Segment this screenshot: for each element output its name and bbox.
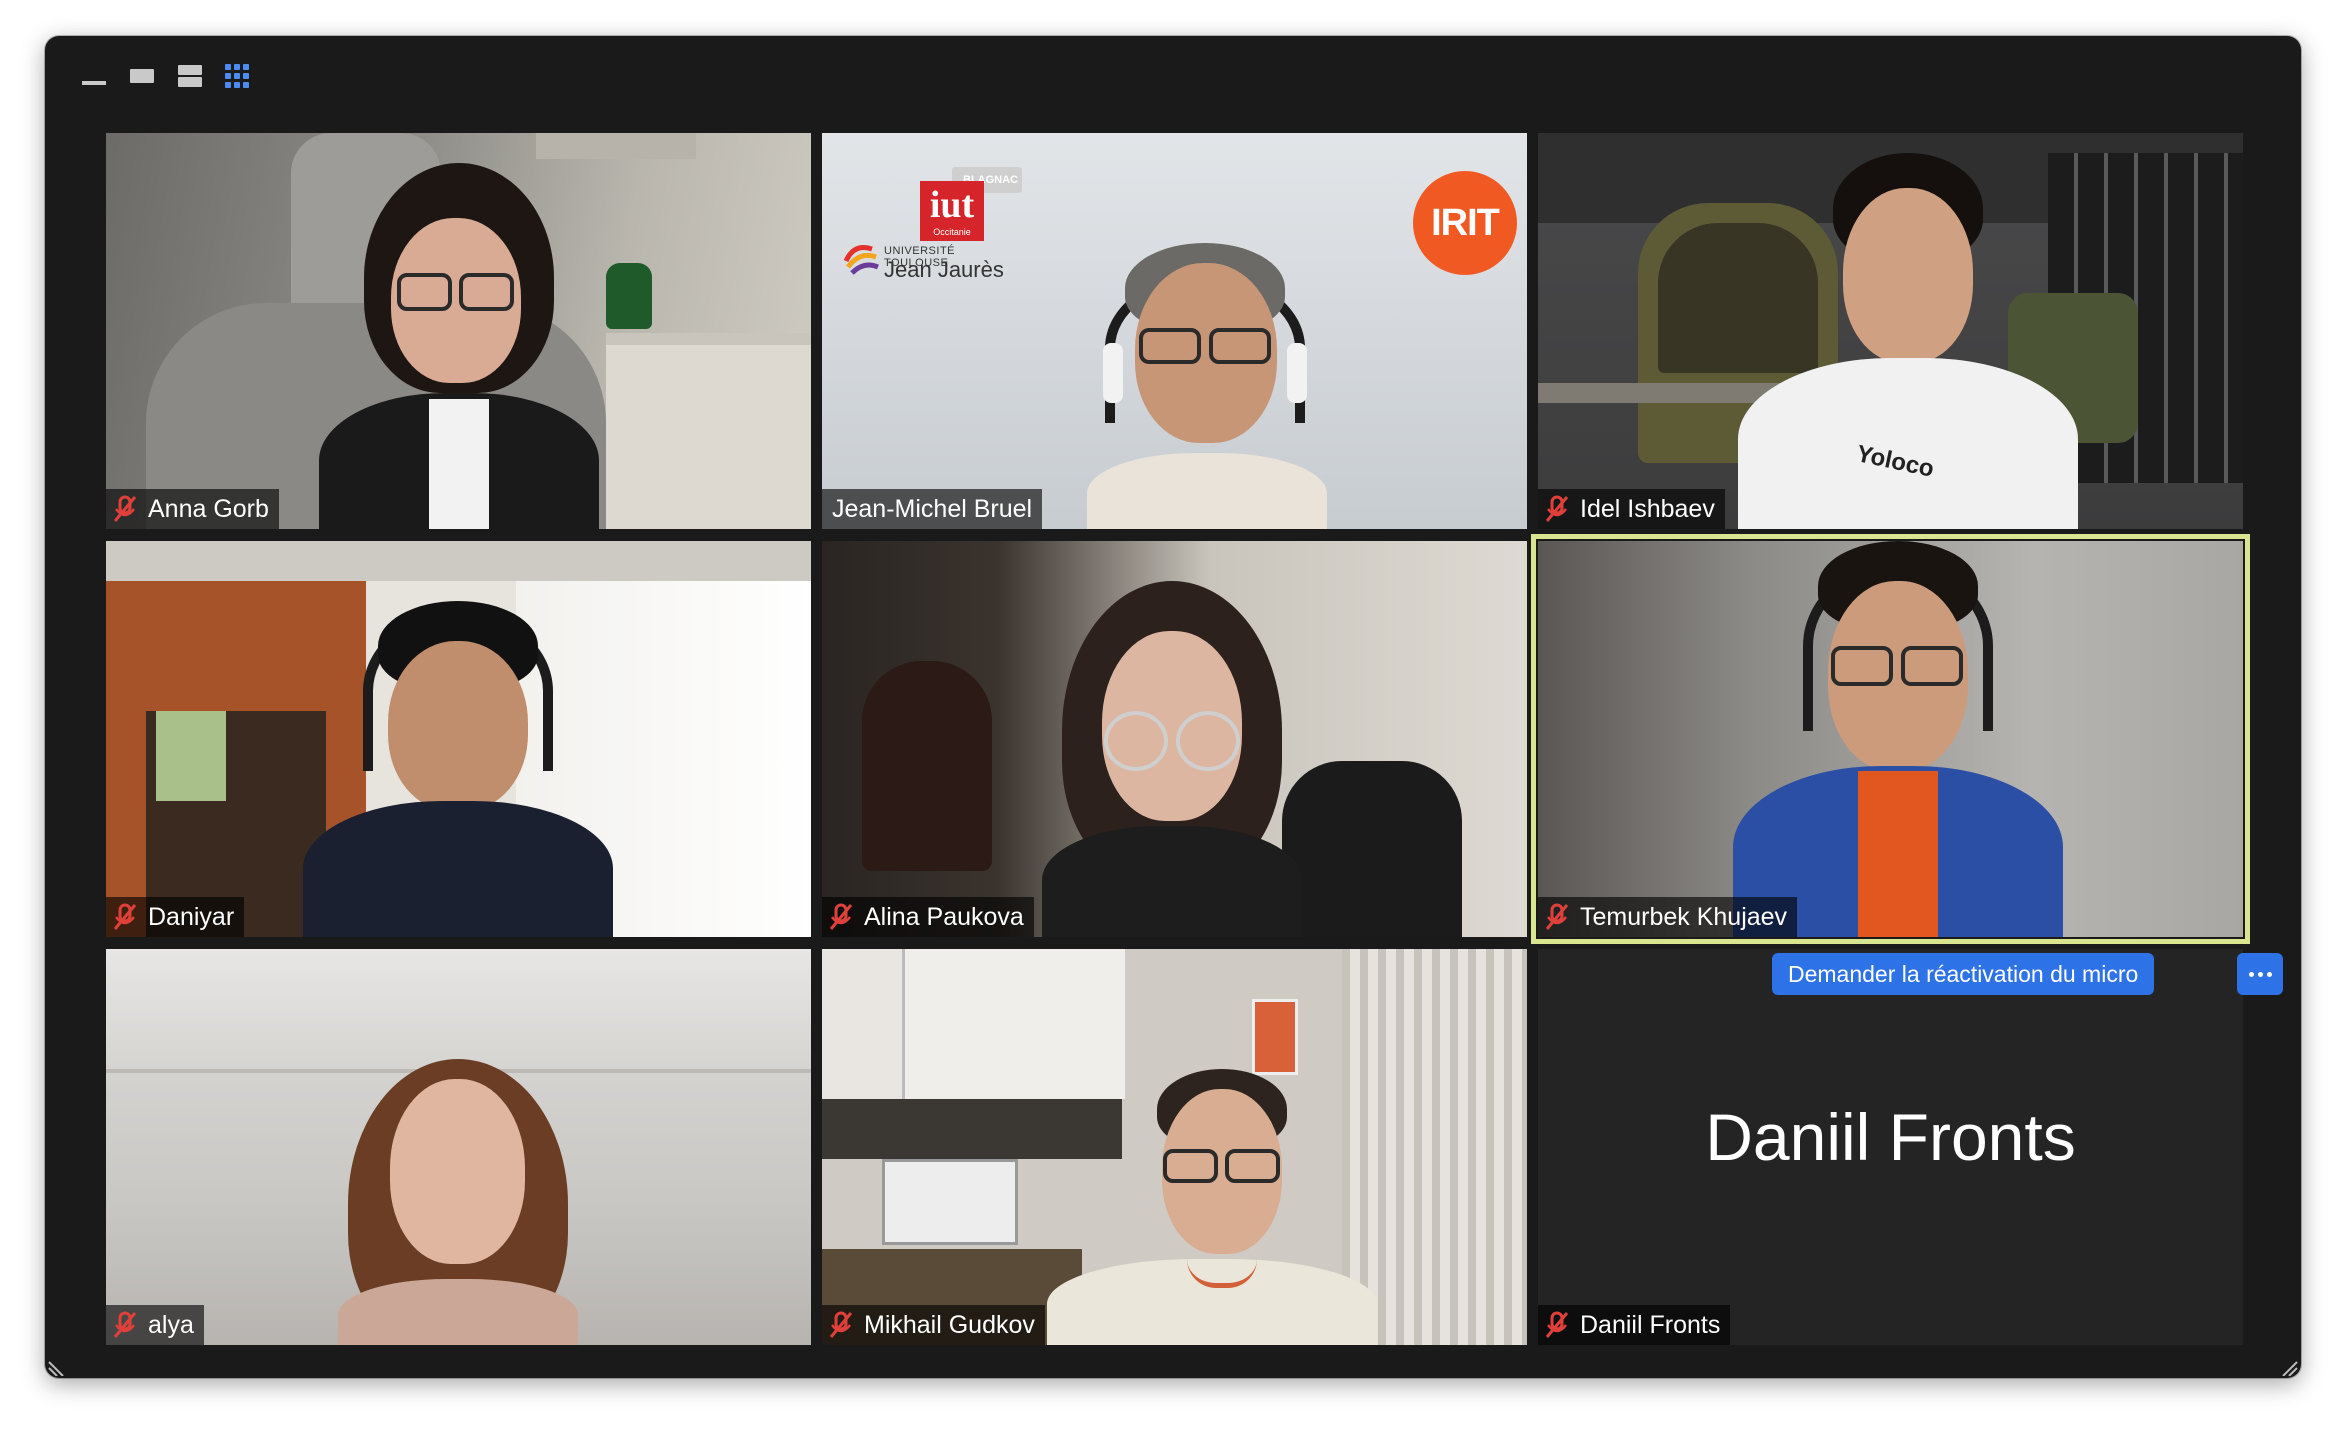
muted-mic-icon	[113, 903, 137, 930]
participant-name-tag: Idel Ishbaev	[1538, 489, 1725, 529]
ask-to-unmute-button[interactable]: Demander la réactivation du micro	[1772, 953, 2155, 995]
participant-name-tag: Daniil Fronts	[1538, 1305, 1731, 1345]
participant-name-tag: Daniyar	[106, 897, 245, 937]
irit-logo: IRIT	[1413, 171, 1517, 275]
muted-mic-icon	[829, 903, 853, 930]
video-feed	[106, 541, 811, 937]
iut-sub: Occitanie	[933, 227, 971, 237]
video-feed: Yoloco	[1538, 133, 2243, 529]
participant-name-tag: Mikhail Gudkov	[822, 1305, 1045, 1345]
participant-tile[interactable]: BLAGNAC iut Occitanie UNIVERSITÉ TOULOUS…	[822, 133, 1527, 529]
participant-display-name: Daniil Fronts	[1705, 1100, 2076, 1174]
video-feed	[106, 949, 811, 1345]
view-toggle-bar	[81, 56, 249, 96]
participant-name: Idel Ishbaev	[1580, 494, 1715, 523]
participant-name-tag: Alina Paukova	[822, 897, 1034, 937]
minimize-view-icon[interactable]	[81, 63, 107, 89]
video-feed: BLAGNAC iut Occitanie UNIVERSITÉ TOULOUS…	[822, 133, 1527, 529]
participant-name: Anna Gorb	[148, 494, 269, 523]
participant-name: alya	[148, 1310, 194, 1339]
participant-name-tag: Anna Gorb	[106, 489, 279, 529]
muted-mic-icon	[1545, 1311, 1569, 1338]
stacked-view-icon[interactable]	[177, 63, 203, 89]
participant-name: Mikhail Gudkov	[864, 1310, 1035, 1339]
video-feed	[1538, 541, 2243, 937]
participant-tile[interactable]: Anna Gorb	[106, 133, 811, 529]
university-line2: Jean Jaurès	[884, 257, 1004, 282]
participant-name-tag: Jean-Michel Bruel	[822, 489, 1043, 529]
more-options-button[interactable]	[2237, 953, 2283, 995]
participant-tile-active-speaker[interactable]: Temurbek Khujaev	[1531, 534, 2250, 944]
participant-tile[interactable]: Mikhail Gudkov	[822, 949, 1527, 1345]
participant-tile[interactable]: Alina Paukova	[822, 541, 1527, 937]
iut-text: iut	[929, 184, 975, 226]
muted-mic-icon	[113, 495, 137, 522]
university-swirl-icon	[843, 245, 879, 275]
zoom-window: Anna Gorb BLAGNAC iut Occitanie UNIVERSI…	[45, 36, 2301, 1378]
participant-name: Temurbek Khujaev	[1580, 902, 1788, 931]
irit-text: IRIT	[1431, 201, 1500, 244]
resize-handle-right-icon[interactable]	[2279, 1356, 2299, 1376]
participant-name: Alina Paukova	[864, 902, 1024, 931]
more-icon	[2248, 971, 2254, 977]
participant-tile[interactable]: alya	[106, 949, 811, 1345]
video-feed	[822, 541, 1527, 937]
participant-name: Jean-Michel Bruel	[832, 494, 1033, 523]
video-feed	[822, 949, 1527, 1345]
participant-tile[interactable]: Yoloco Idel Ishbaev	[1538, 133, 2243, 529]
participant-tile[interactable]: Daniyar	[106, 541, 811, 937]
grid-view-icon[interactable]	[225, 64, 249, 88]
participant-name-tag: alya	[106, 1305, 204, 1345]
single-view-icon[interactable]	[129, 63, 155, 89]
muted-mic-icon	[113, 1311, 137, 1338]
participant-name: Daniil Fronts	[1580, 1310, 1721, 1339]
participant-name-tag: Temurbek Khujaev	[1538, 897, 1798, 937]
muted-mic-icon	[1545, 903, 1569, 930]
video-feed	[106, 133, 811, 529]
muted-mic-icon	[1545, 495, 1569, 522]
participant-name: Daniyar	[148, 902, 235, 931]
muted-mic-icon	[829, 1311, 853, 1338]
participant-tile-video-off[interactable]: Daniil Fronts Daniil Fronts	[1538, 949, 2243, 1345]
iut-logo: BLAGNAC iut Occitanie UNIVERSITÉ TOULOUS…	[842, 163, 1022, 283]
resize-handle-left-icon[interactable]	[47, 1356, 67, 1376]
